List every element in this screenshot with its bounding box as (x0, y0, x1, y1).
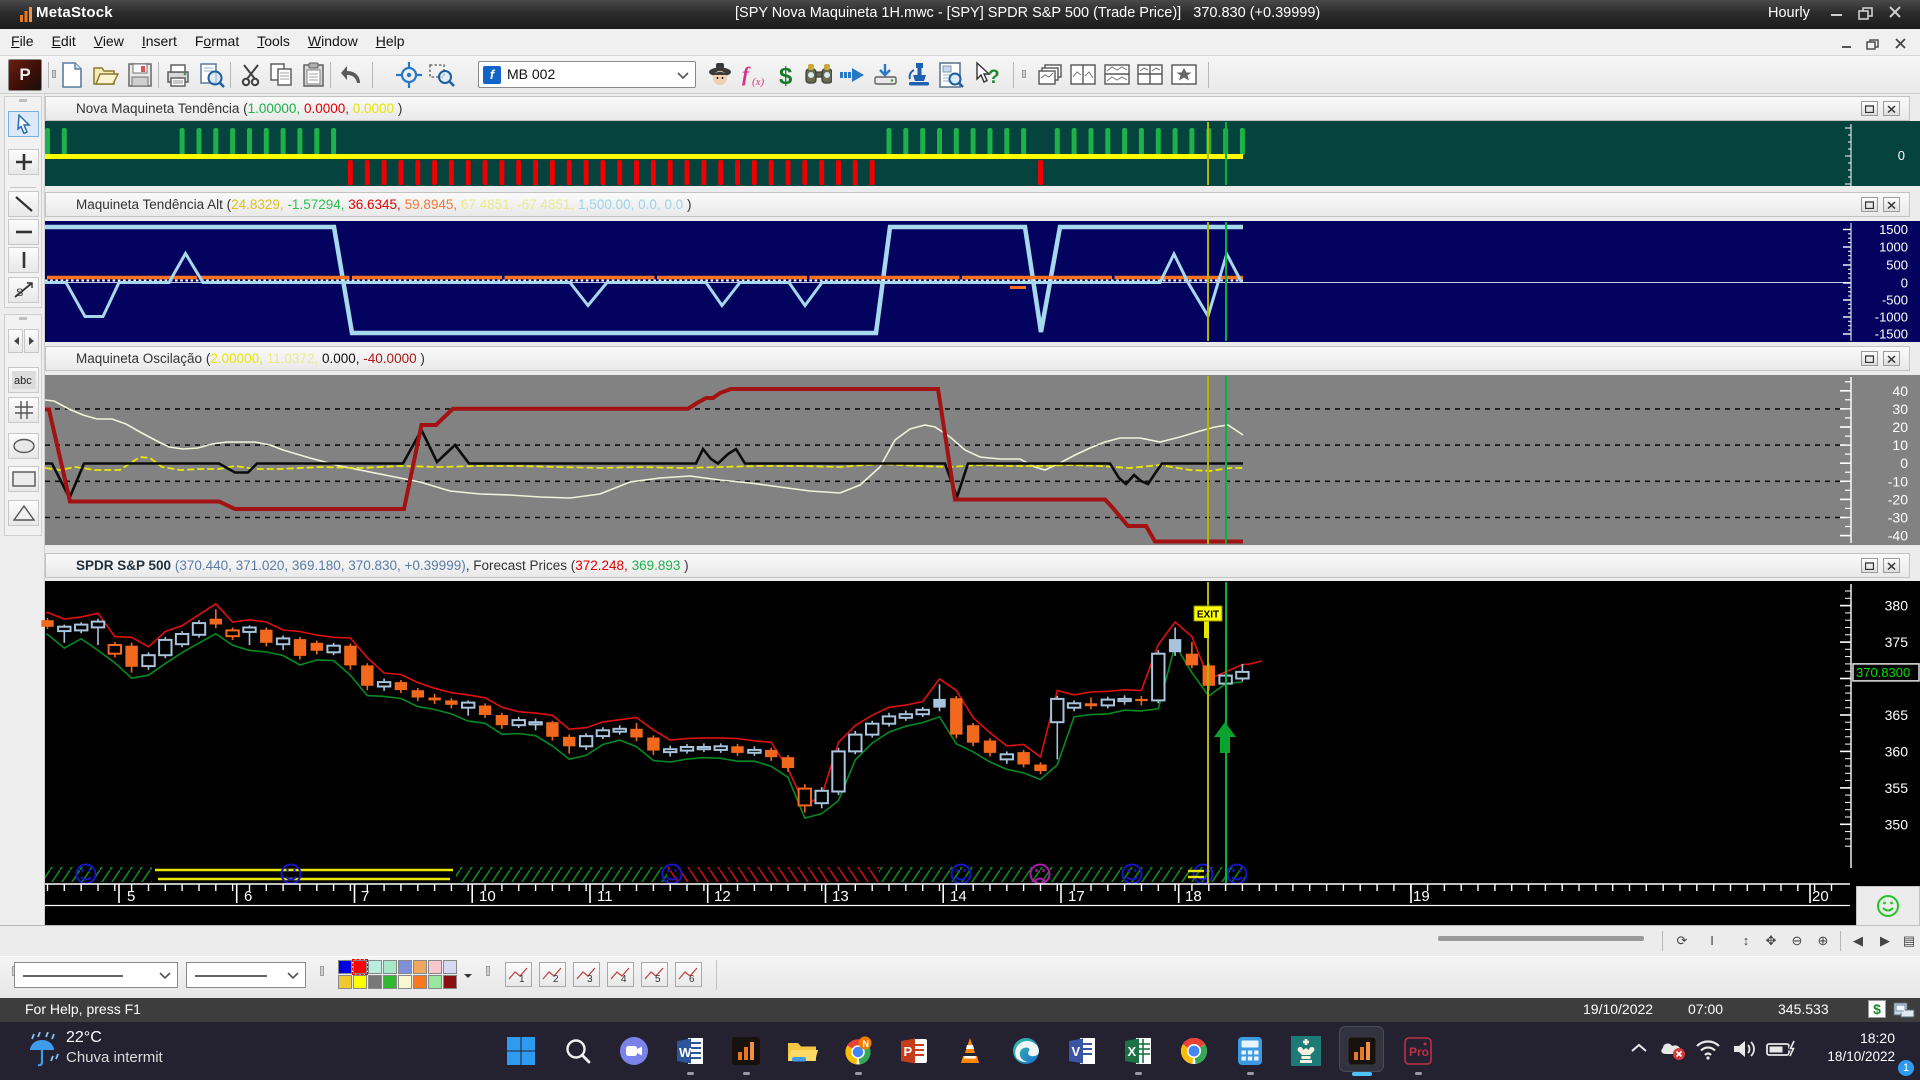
svg-text:10: 10 (1892, 437, 1908, 453)
svg-text:N: N (863, 1039, 870, 1049)
svg-text:-30: -30 (1888, 510, 1908, 526)
svg-text:360: 360 (1885, 743, 1909, 759)
svg-text:6: 6 (689, 974, 695, 985)
svg-text:14: 14 (950, 888, 967, 905)
svg-text:0: 0 (1901, 276, 1908, 291)
svg-text:7: 7 (361, 888, 369, 905)
svg-text:0: 0 (1898, 148, 1905, 163)
svg-text:13: 13 (832, 888, 849, 905)
svg-text:6: 6 (244, 888, 252, 905)
svg-text:-500: -500 (1882, 293, 1908, 308)
svg-text:11: 11 (597, 888, 613, 905)
svg-text:1000: 1000 (1879, 240, 1908, 255)
svg-text:EXIT: EXIT (1197, 610, 1219, 621)
svg-text:-1500: -1500 (1875, 327, 1908, 342)
svg-text:0: 0 (1900, 455, 1908, 471)
svg-text:40: 40 (1892, 383, 1908, 399)
svg-text:20: 20 (1812, 888, 1829, 905)
svg-text:-40: -40 (1888, 528, 1908, 544)
svg-text:12: 12 (714, 888, 731, 905)
svg-text:-20: -20 (1888, 491, 1908, 507)
svg-text:19: 19 (1413, 888, 1430, 905)
svg-text:380: 380 (1885, 598, 1909, 614)
svg-text:4: 4 (621, 974, 627, 985)
svg-text:X: X (1128, 1044, 1137, 1059)
svg-text:1: 1 (519, 974, 525, 985)
svg-text:5: 5 (127, 888, 135, 905)
svg-text:350: 350 (1885, 816, 1909, 832)
svg-text:5: 5 (655, 974, 661, 985)
svg-text:17: 17 (1068, 888, 1085, 905)
svg-text:10: 10 (479, 888, 496, 905)
svg-text:370.8300: 370.8300 (1856, 665, 1910, 680)
svg-text:500: 500 (1886, 258, 1908, 273)
svg-text:18: 18 (1185, 888, 1202, 905)
svg-text:V: V (1072, 1044, 1081, 1059)
svg-text:Pro: Pro (1409, 1045, 1429, 1059)
svg-text:W: W (679, 1045, 692, 1060)
svg-text:365: 365 (1885, 707, 1909, 723)
svg-text:-1000: -1000 (1875, 310, 1908, 325)
svg-text:1500: 1500 (1879, 222, 1908, 237)
svg-text:2: 2 (553, 974, 559, 985)
svg-text:30: 30 (1892, 401, 1908, 417)
svg-text:-10: -10 (1888, 473, 1908, 489)
svg-text:355: 355 (1885, 780, 1909, 796)
svg-text:375: 375 (1885, 634, 1909, 650)
svg-text:20: 20 (1892, 419, 1908, 435)
svg-text:P: P (904, 1044, 913, 1059)
svg-text:3: 3 (587, 974, 593, 985)
